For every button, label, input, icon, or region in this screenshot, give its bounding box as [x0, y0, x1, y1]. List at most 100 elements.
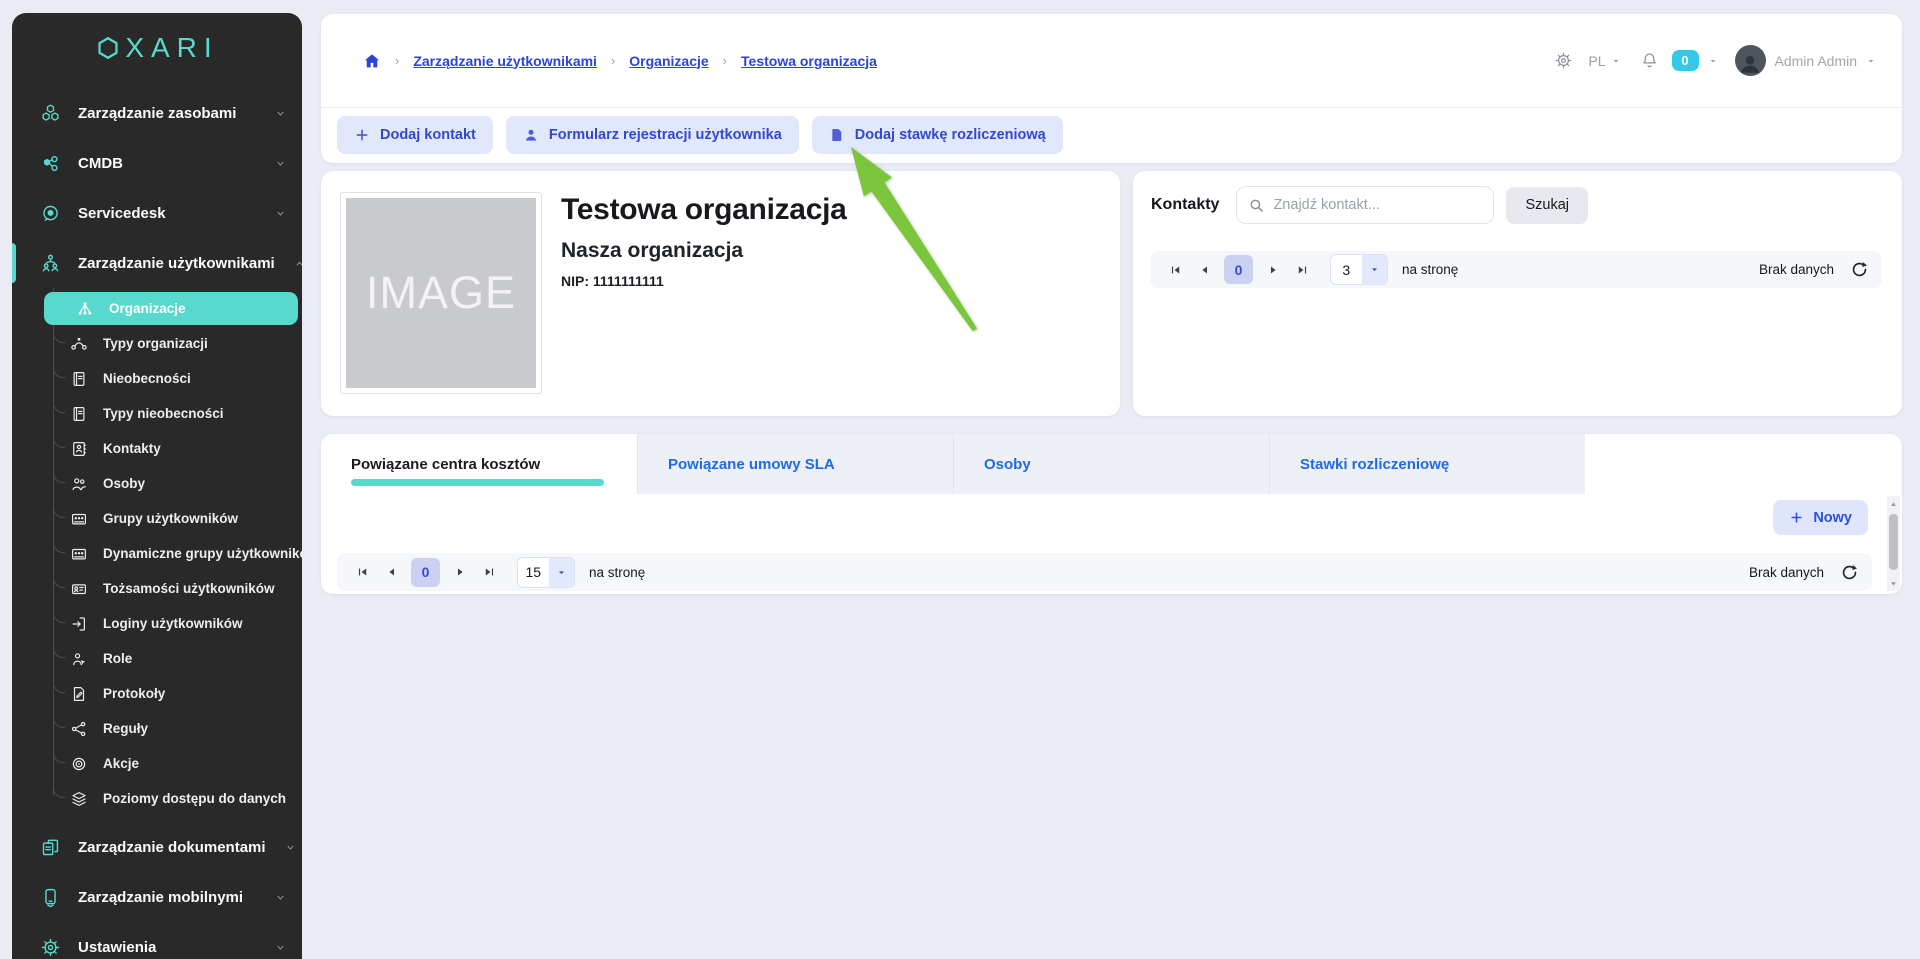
sidebar-subitem-kontakty[interactable]: Kontakty	[12, 431, 302, 466]
chevron-down-icon	[273, 106, 288, 121]
new-button[interactable]: Nowy	[1773, 500, 1868, 535]
tree-curve	[53, 573, 65, 588]
scrollbar	[1887, 496, 1900, 591]
current-page-button[interactable]: 0	[1224, 255, 1253, 284]
sidebar-subitem-label: Organizacje	[109, 301, 186, 316]
sidebar-subitem-tozsamosci-uzytkownikow[interactable]: Tożsamości użytkowników	[12, 571, 302, 606]
tabs-filler	[1585, 434, 1902, 494]
scrollbar-thumb[interactable]	[1889, 514, 1898, 570]
sidebar-item-servicedesk[interactable]: Servicedesk	[12, 188, 302, 238]
cmdb-icon	[40, 153, 61, 174]
button-label: Dodaj stawkę rozliczeniową	[855, 127, 1046, 143]
refresh-button[interactable]	[1840, 563, 1859, 582]
language-selector[interactable]: PL	[1588, 53, 1620, 69]
chevron-down-icon	[273, 940, 288, 955]
contact-search-input[interactable]	[1273, 197, 1482, 213]
header-actions: PL 0 Admin Admin	[1554, 45, 1876, 76]
bell-icon[interactable]	[1640, 51, 1659, 70]
sidebar-item-zarzadzanie-uzytkownikami[interactable]: Zarządzanie użytkownikami	[12, 238, 302, 288]
tab-powiazane-centra-kosztow[interactable]: Powiązane centra kosztów	[321, 434, 637, 494]
sidebar-subitem-label: Nieobecności	[103, 371, 191, 386]
prev-page-button[interactable]	[379, 560, 404, 585]
protocols-icon	[70, 685, 88, 703]
breadcrumb-link-zarzadzanie-uzytkownikami[interactable]: Zarządzanie użytkownikami	[413, 53, 597, 69]
breadcrumb-separator: ›	[723, 53, 727, 68]
dodaj-stawke-rozliczeniowa-button[interactable]: Dodaj stawkę rozliczeniową	[812, 116, 1063, 154]
page-size-select[interactable]: 15	[517, 557, 575, 588]
dodaj-kontakt-button[interactable]: Dodaj kontakt	[337, 116, 493, 154]
assets-icon	[40, 103, 61, 124]
caret-down-icon[interactable]	[1708, 56, 1718, 66]
organization-card: IMAGE Testowa organizacja Nasza organiza…	[321, 171, 1120, 416]
sidebar-item-zarzadzanie-dokumentami[interactable]: Zarządzanie dokumentami	[12, 822, 302, 872]
tree-curve	[53, 713, 65, 728]
sidebar-item-label: Servicedesk	[78, 205, 166, 222]
sidebar-subitem-grupy-uzytkownikow[interactable]: Grupy użytkowników	[12, 501, 302, 536]
rules-icon	[70, 720, 88, 738]
breadcrumb-home[interactable]	[363, 52, 381, 70]
organization-types-icon	[70, 335, 88, 353]
sidebar-subitem-loginy-uzytkownikow[interactable]: Loginy użytkowników	[12, 606, 302, 641]
avatar-person-icon	[1737, 50, 1763, 76]
sidebar-subitem-typy-nieobecnosci[interactable]: Typy nieobecności	[12, 396, 302, 431]
refresh-button[interactable]	[1850, 260, 1869, 279]
sidebar-item-zarzadzanie-zasobami[interactable]: Zarządzanie zasobami	[12, 88, 302, 138]
notification-count-badge: 0	[1672, 50, 1699, 71]
tab-stawki-rozliczeniowe[interactable]: Stawki rozliczeniowę	[1269, 434, 1585, 494]
breadcrumb-link-organizacje[interactable]: Organizacje	[629, 53, 708, 69]
contacts-header: Kontakty Szukaj	[1133, 171, 1902, 224]
app-logo-text: XARI	[125, 32, 218, 64]
scroll-down-icon[interactable]	[1889, 579, 1898, 588]
next-page-button[interactable]	[1260, 257, 1285, 282]
sidebar-subitem-protokoly[interactable]: Protokoły	[12, 676, 302, 711]
tree-curve	[53, 643, 65, 658]
sidebar-item-ustawienia[interactable]: Ustawienia	[12, 922, 302, 959]
tab-label: Powiązane umowy SLA	[668, 456, 835, 473]
breadcrumb-link-testowa-organizacja[interactable]: Testowa organizacja	[741, 53, 877, 69]
sidebar-subitem-nieobecnosci[interactable]: Nieobecności	[12, 361, 302, 396]
first-page-button[interactable]	[350, 560, 375, 585]
sidebar-item-label: Zarządzanie dokumentami	[78, 839, 266, 856]
sidebar-subitem-typy-organizacji[interactable]: Typy organizacji	[12, 326, 302, 361]
formularz-rejestracji-uzytkownika-button[interactable]: Formularz rejestracji użytkownika	[506, 116, 799, 154]
current-page-button[interactable]: 0	[411, 558, 440, 587]
last-page-button[interactable]	[476, 560, 501, 585]
gear-icon[interactable]	[1554, 51, 1573, 70]
plus-icon	[354, 127, 370, 143]
tree-curve	[53, 678, 65, 693]
sidebar-subitem-akcje[interactable]: Akcje	[12, 746, 302, 781]
first-page-button[interactable]	[1163, 257, 1188, 282]
header-card: ›Zarządzanie użytkownikami›Organizacje›T…	[321, 14, 1902, 163]
per-page-label: na stronę	[1402, 262, 1458, 277]
sidebar-subitem-role[interactable]: Role	[12, 641, 302, 676]
sidebar-subitem-dynamiczne-grupy-uzytkownikow[interactable]: Dynamiczne grupy użytkowników	[12, 536, 302, 571]
caret-down-icon	[1362, 255, 1387, 284]
search-button[interactable]: Szukaj	[1506, 187, 1588, 224]
scroll-up-icon[interactable]	[1889, 500, 1898, 509]
prev-page-button[interactable]	[1192, 257, 1217, 282]
sidebar-subitem-osoby[interactable]: Osoby	[12, 466, 302, 501]
button-label: Dodaj kontakt	[380, 127, 476, 143]
page-size-value: 15	[518, 558, 549, 587]
sidebar-subitem-reguly[interactable]: Reguły	[12, 711, 302, 746]
sidebar-subitem-label: Akcje	[103, 756, 139, 771]
app-logo: XARI	[12, 13, 302, 75]
last-page-button[interactable]	[1289, 257, 1314, 282]
sidebar-item-zarzadzanie-mobilnymi[interactable]: Zarządzanie mobilnymi	[12, 872, 302, 922]
sidebar-subitem-organizacje[interactable]: Organizacje	[12, 291, 302, 326]
contacts-panel: Kontakty Szukaj 03na stronęBrak danych	[1133, 171, 1902, 416]
tab-label: Stawki rozliczeniowę	[1300, 456, 1449, 473]
tab-powiazane-umowy-sla[interactable]: Powiązane umowy SLA	[637, 434, 953, 494]
toolbar: Dodaj kontakt Formularz rejestracji użytk…	[321, 108, 1902, 154]
tab-content-pagination: 015na stronęBrak danych	[337, 553, 1872, 591]
next-page-button[interactable]	[447, 560, 472, 585]
organizations-icon	[76, 300, 94, 318]
dynamic-user-groups-icon	[70, 545, 88, 563]
button-label: Formularz rejestracji użytkownika	[549, 127, 782, 143]
sidebar-item-cmdb[interactable]: CMDB	[12, 138, 302, 188]
caret-down-icon[interactable]	[1866, 56, 1876, 66]
page-size-select[interactable]: 3	[1330, 254, 1388, 285]
avatar[interactable]	[1735, 45, 1766, 76]
sidebar-subitem-poziomy-dostepu-do-danych[interactable]: Poziomy dostępu do danych	[12, 781, 302, 816]
tab-osoby[interactable]: Osoby	[953, 434, 1269, 494]
